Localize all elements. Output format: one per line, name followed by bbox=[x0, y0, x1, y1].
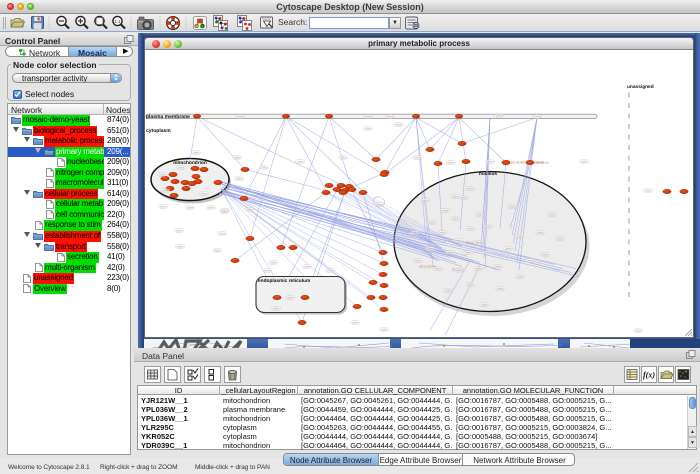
svg-text:Unkn: Unkn bbox=[219, 231, 226, 235]
svg-text:f(x): f(x) bbox=[643, 371, 655, 380]
svg-text:Unkn: Unkn bbox=[452, 194, 459, 198]
svg-text:Unkn: Unkn bbox=[261, 165, 268, 169]
svg-text:Unkn: Unkn bbox=[304, 264, 311, 268]
svg-text:Unkn: Unkn bbox=[297, 159, 304, 163]
svg-text:Unkn: Unkn bbox=[505, 246, 512, 250]
svg-text:Search:: Search: bbox=[278, 17, 307, 27]
svg-text:Unkn: Unkn bbox=[247, 207, 254, 211]
svg-text:Unkn: Unkn bbox=[455, 238, 462, 242]
svg-text:Unkn: Unkn bbox=[422, 198, 429, 202]
svg-text:Unkn: Unkn bbox=[537, 230, 544, 234]
svg-text:Unkn: Unkn bbox=[340, 155, 347, 159]
svg-text:Unkn: Unkn bbox=[435, 266, 442, 270]
svg-text:plasma membrane: plasma membrane bbox=[146, 113, 190, 119]
svg-text:Unkn: Unkn bbox=[352, 320, 359, 324]
svg-text:Unkn: Unkn bbox=[387, 114, 394, 118]
svg-text:endoplasmic reticulum: endoplasmic reticulum bbox=[258, 278, 310, 284]
svg-text:Unkn: Unkn bbox=[549, 212, 556, 216]
svg-text:Unkn: Unkn bbox=[429, 220, 436, 224]
svg-text:Unkn: Unkn bbox=[442, 208, 449, 212]
svg-text:nucleus: nucleus bbox=[479, 171, 497, 177]
svg-text:Unkn: Unkn bbox=[496, 113, 503, 117]
svg-text:Unkn: Unkn bbox=[214, 248, 221, 252]
svg-text:Unkn: Unkn bbox=[327, 268, 334, 272]
svg-text:Unkn: Unkn bbox=[234, 155, 241, 159]
svg-text:Unkn: Unkn bbox=[439, 230, 446, 234]
svg-text:Unkn: Unkn bbox=[162, 188, 169, 192]
svg-text:Unkn: Unkn bbox=[365, 114, 372, 118]
svg-text:Unkn: Unkn bbox=[509, 204, 516, 208]
svg-text:unassigned: unassigned bbox=[627, 84, 654, 90]
svg-text:Unkn: Unkn bbox=[477, 212, 484, 216]
svg-text:Unkn: Unkn bbox=[187, 205, 194, 209]
svg-text:Unkn: Unkn bbox=[176, 228, 183, 232]
svg-text:Unkn: Unkn bbox=[581, 159, 588, 163]
svg-text:Unkn: Unkn bbox=[485, 250, 492, 254]
svg-text:Unkn: Unkn bbox=[177, 244, 184, 248]
svg-text:Unkn: Unkn bbox=[236, 176, 243, 180]
svg-text:Unkn: Unkn bbox=[467, 282, 474, 286]
svg-text:Unkn: Unkn bbox=[517, 234, 524, 238]
svg-text:Unkn: Unkn bbox=[542, 252, 549, 256]
svg-text:Unkn: Unkn bbox=[237, 114, 244, 118]
svg-text:Unkn: Unkn bbox=[467, 186, 474, 190]
svg-text:Unkn: Unkn bbox=[527, 258, 534, 262]
svg-text:GO:05215: GO:05215 bbox=[536, 160, 549, 164]
svg-text:Unkn: Unkn bbox=[452, 216, 459, 220]
svg-text:Unkn: Unkn bbox=[376, 202, 383, 206]
svg-text:Unkn: Unkn bbox=[160, 204, 167, 208]
svg-text:Unkn: Unkn bbox=[221, 209, 228, 213]
svg-text:Unkn: Unkn bbox=[178, 165, 185, 169]
svg-text:Unkn: Unkn bbox=[461, 195, 468, 199]
svg-text:Unkn: Unkn bbox=[465, 250, 472, 254]
svg-text:1:1: 1:1 bbox=[114, 19, 121, 24]
svg-text:Unkn: Unkn bbox=[485, 224, 492, 228]
svg-text:Unkn: Unkn bbox=[414, 155, 421, 159]
svg-text:Unkn: Unkn bbox=[495, 264, 502, 268]
svg-text:Unkn: Unkn bbox=[273, 306, 280, 310]
svg-text:Unkn: Unkn bbox=[447, 250, 454, 254]
svg-text:Unkn: Unkn bbox=[365, 126, 372, 130]
svg-text:Unkn: Unkn bbox=[208, 205, 215, 209]
svg-text:Unkn: Unkn bbox=[445, 288, 452, 292]
svg-text:Unkn: Unkn bbox=[475, 240, 482, 244]
svg-text:Unkn: Unkn bbox=[287, 295, 294, 299]
svg-text:Unkn: Unkn bbox=[635, 328, 642, 332]
svg-text:Unkn: Unkn bbox=[270, 260, 277, 264]
svg-text:Unkn: Unkn bbox=[159, 172, 166, 176]
svg-text:Unkn: Unkn bbox=[395, 122, 402, 126]
svg-text:cytoplasm: cytoplasm bbox=[146, 128, 171, 134]
svg-text:Unkn: Unkn bbox=[381, 327, 388, 331]
svg-text:Unkn: Unkn bbox=[517, 274, 524, 278]
svg-text:Unkn: Unkn bbox=[534, 114, 541, 118]
svg-text:Unkn: Unkn bbox=[455, 268, 462, 272]
svg-text:Unkn: Unkn bbox=[487, 159, 494, 163]
svg-text:Unkn: Unkn bbox=[448, 160, 455, 164]
svg-text:Unkn: Unkn bbox=[467, 226, 474, 230]
svg-text:Unkn: Unkn bbox=[193, 150, 200, 154]
svg-text:Unkn: Unkn bbox=[264, 268, 271, 272]
svg-text:Unkn: Unkn bbox=[475, 266, 482, 270]
svg-text:Unkn: Unkn bbox=[645, 188, 652, 192]
svg-text:Unkn: Unkn bbox=[412, 230, 419, 234]
svg-text:Unkn: Unkn bbox=[427, 246, 434, 250]
svg-text:Unkn: Unkn bbox=[481, 302, 488, 306]
svg-text:Unkn: Unkn bbox=[497, 286, 504, 290]
svg-text:Unkn: Unkn bbox=[415, 258, 422, 262]
svg-text:Unkn: Unkn bbox=[201, 191, 208, 195]
svg-text:Unkn: Unkn bbox=[557, 236, 564, 240]
